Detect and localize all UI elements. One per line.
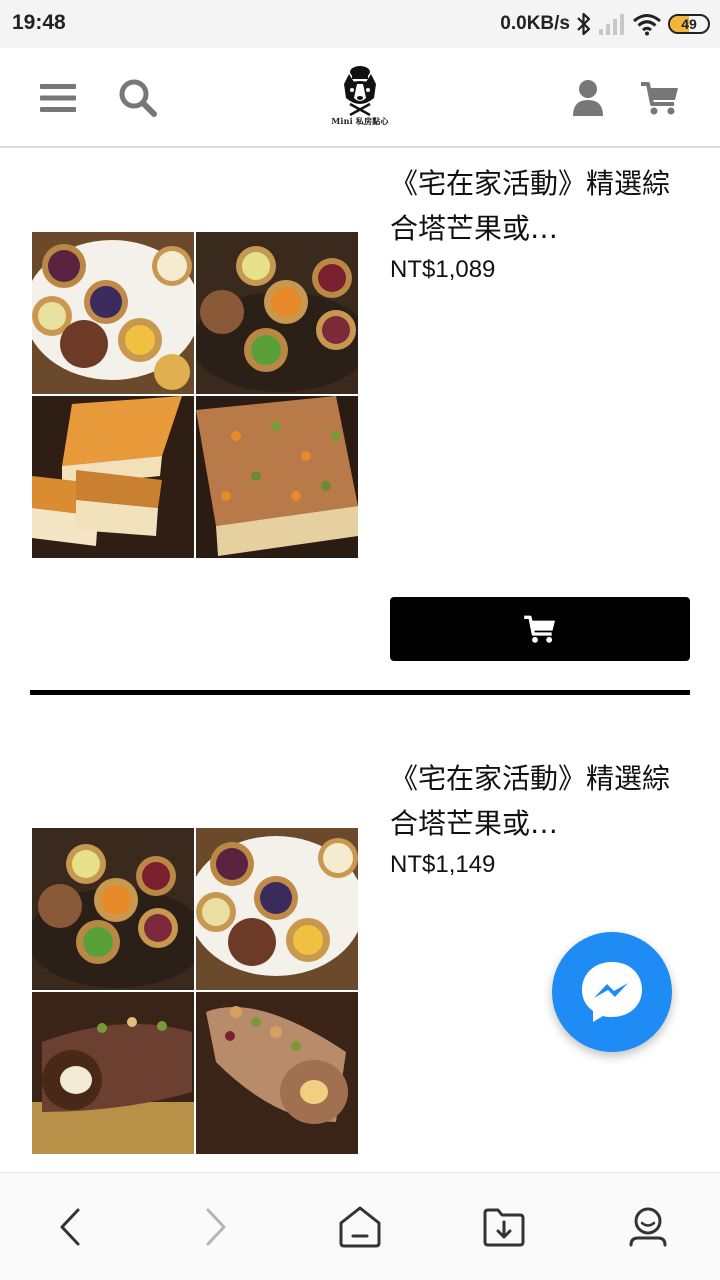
product-price: NT$1,089 <box>390 256 496 283</box>
bluetooth-icon <box>577 12 591 36</box>
user-icon[interactable] <box>566 76 610 120</box>
network-speed: 0.0KB/s <box>500 13 570 34</box>
cart-icon <box>524 615 555 643</box>
home-icon[interactable] <box>334 1201 386 1253</box>
product-photo-tarts-rack <box>32 828 194 990</box>
profile-icon[interactable] <box>622 1201 674 1253</box>
logo-text: Mini 私房點心 <box>331 116 389 126</box>
product-photo-mango-cake-slices <box>32 396 194 558</box>
product-price: NT$1,149 <box>390 851 496 878</box>
product-photo-nut-cake <box>196 396 358 558</box>
battery-icon: 49 <box>668 14 710 34</box>
downloads-icon[interactable] <box>478 1201 530 1253</box>
product-photo-chocolate-roll <box>32 992 194 1154</box>
messenger-chat-button[interactable] <box>552 932 672 1052</box>
corgi-chef-logo-icon <box>344 66 376 117</box>
product-title[interactable]: 《宅在家活動》精選綜合塔芒果或… <box>390 756 680 846</box>
status-time: 19:48 <box>12 11 66 34</box>
product-card[interactable]: 《宅在家活動》精選綜合塔芒果或… NT$1,089 <box>0 150 720 700</box>
status-bar: 19:48 0.0KB/s 49 <box>0 0 720 48</box>
site-logo[interactable]: Mini 私房點心 <box>320 64 400 130</box>
menu-icon[interactable] <box>36 76 80 120</box>
product-photo-tarts-white-plate <box>196 828 358 990</box>
product-title[interactable]: 《宅在家活動》精選綜合塔芒果或… <box>390 161 680 251</box>
battery-level: 49 <box>681 16 697 32</box>
site-header: Mini 私房點心 <box>0 48 720 148</box>
product-photo-tarts-white-plate <box>32 232 194 394</box>
forward-icon[interactable] <box>190 1201 242 1253</box>
back-icon[interactable] <box>44 1201 96 1253</box>
status-icons: 0.0KB/s 49 <box>500 9 710 39</box>
wifi-icon <box>633 14 661 36</box>
search-icon[interactable] <box>116 76 160 120</box>
product-image[interactable] <box>32 232 358 558</box>
cart-icon[interactable] <box>638 76 682 120</box>
product-photo-tarts-rack <box>196 232 358 394</box>
browser-bottom-nav <box>0 1172 720 1280</box>
product-photo-nut-roll <box>196 992 358 1154</box>
messenger-icon <box>582 962 642 1022</box>
signal-icon <box>599 14 624 35</box>
add-to-cart-button[interactable] <box>390 597 690 661</box>
product-image[interactable] <box>32 828 358 1154</box>
product-divider <box>30 690 690 695</box>
